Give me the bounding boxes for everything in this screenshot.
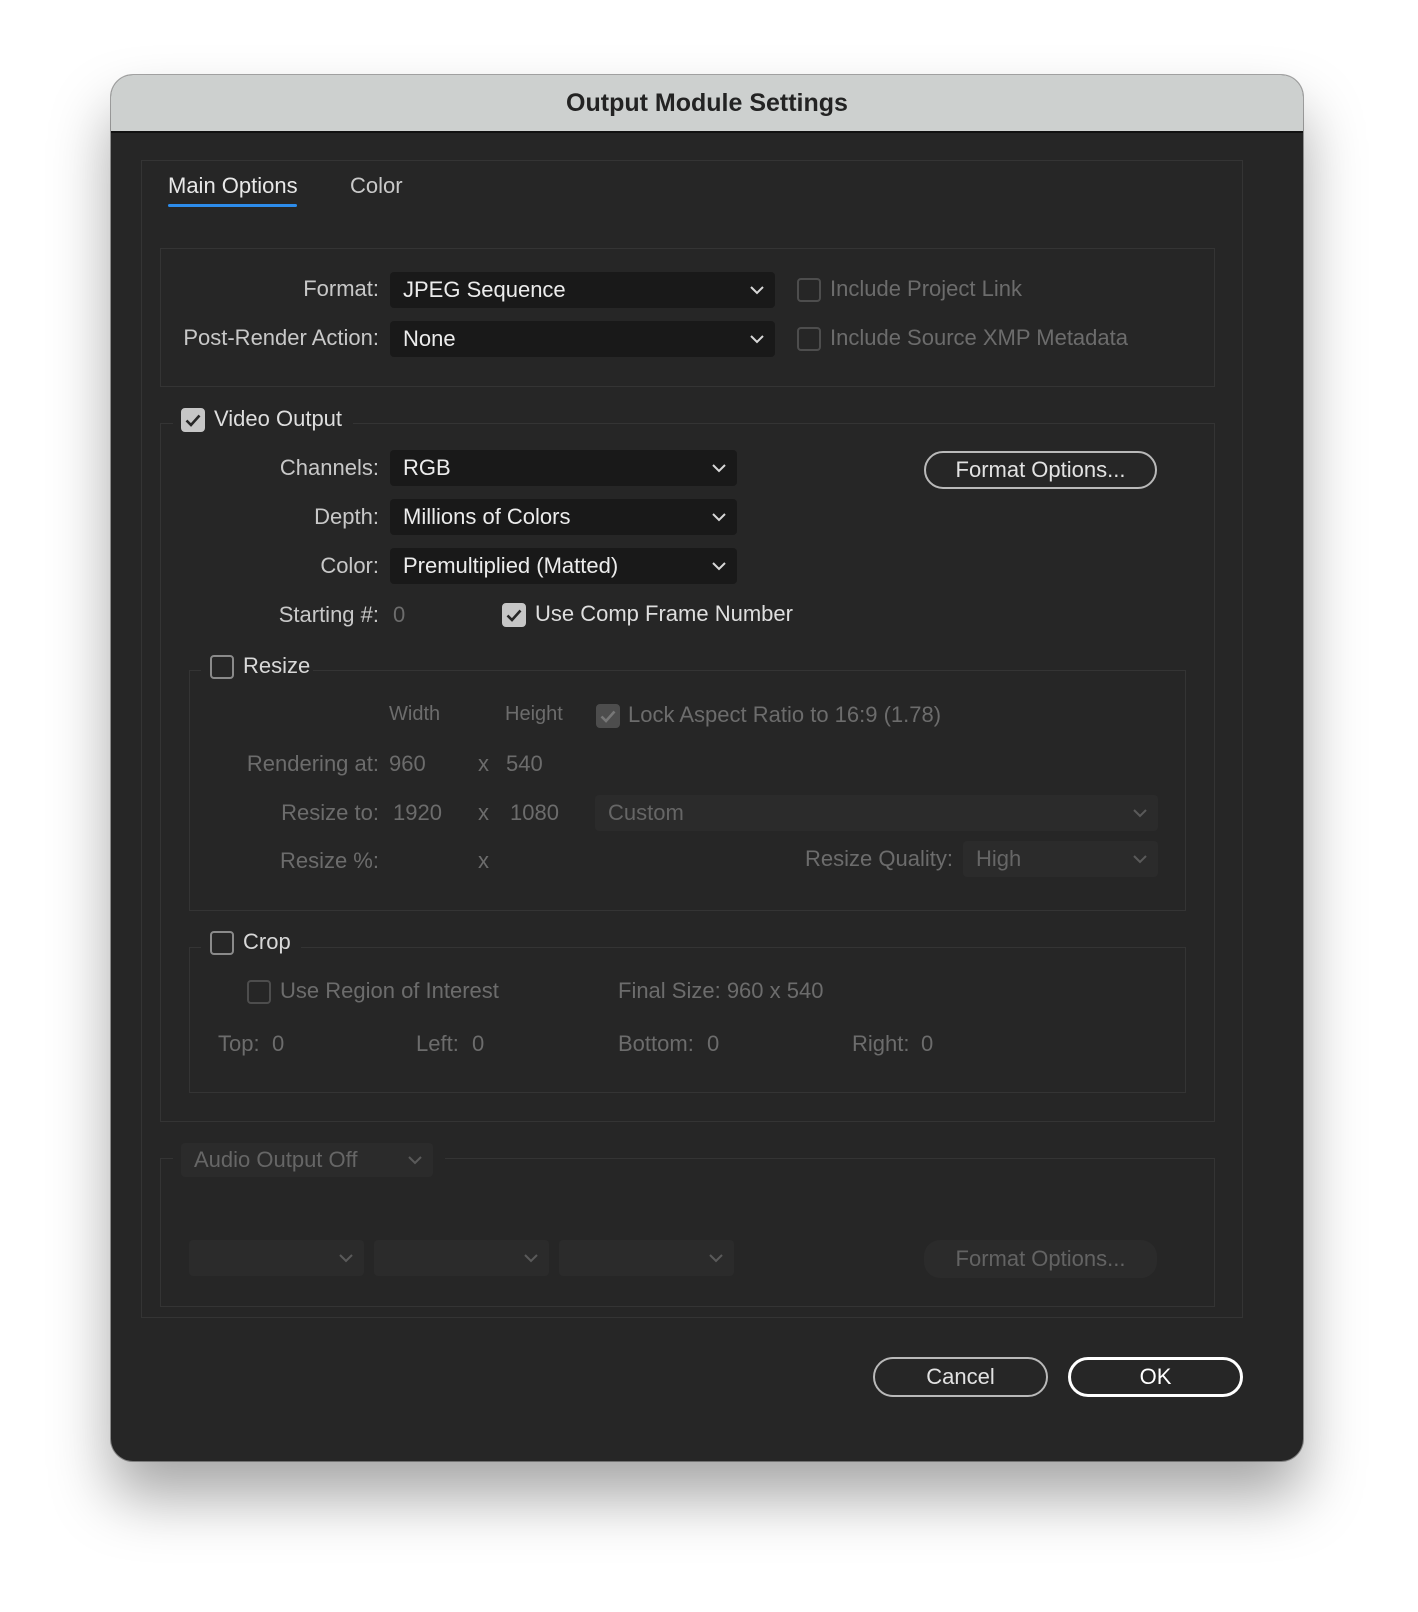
width-header: Width xyxy=(389,703,441,725)
crop-label: Crop xyxy=(243,929,291,954)
audio-channels-select[interactable] xyxy=(559,1240,734,1276)
depth-value: Millions of Colors xyxy=(403,504,571,529)
ok-button[interactable]: OK xyxy=(1068,1357,1243,1397)
active-tab-indicator xyxy=(168,204,297,207)
resize-quality-label: Resize Quality: xyxy=(805,846,953,871)
color-label: Color: xyxy=(320,553,379,578)
cancel-button[interactable]: Cancel xyxy=(873,1357,1048,1397)
crop-bottom-label: Bottom: xyxy=(618,1031,694,1056)
channels-label: Channels: xyxy=(279,455,379,480)
checkmark-icon xyxy=(506,609,522,622)
video-output-checkbox[interactable] xyxy=(181,408,205,432)
resize-quality-select[interactable]: High xyxy=(963,841,1158,877)
include-xmp-label: Include Source XMP Metadata xyxy=(830,325,1128,350)
output-module-settings-dialog: Output Module Settings Main Options Colo… xyxy=(111,75,1303,1461)
chevron-down-icon xyxy=(739,334,775,344)
resize-percent-x: x xyxy=(478,848,489,873)
resize-quality-value: High xyxy=(976,846,1022,871)
checkmark-icon xyxy=(185,414,201,427)
resize-width-input[interactable]: 1920 xyxy=(393,800,442,826)
tab-main-options[interactable]: Main Options xyxy=(168,173,298,199)
checkmark-icon xyxy=(600,710,616,723)
color-select[interactable]: Premultiplied (Matted) xyxy=(390,548,737,584)
format-value: JPEG Sequence xyxy=(403,277,566,302)
final-size-label: Final Size: 960 x 540 xyxy=(618,978,824,1003)
channels-value: RGB xyxy=(403,455,451,480)
general-group xyxy=(160,248,1215,387)
crop-top-value[interactable]: 0 xyxy=(272,1031,284,1057)
include-project-link-checkbox[interactable] xyxy=(797,278,821,302)
chevron-down-icon xyxy=(739,285,775,295)
crop-checkbox[interactable] xyxy=(210,931,234,955)
chevron-down-icon xyxy=(701,463,737,473)
rendering-height: 540 xyxy=(506,751,543,776)
post-render-select[interactable]: None xyxy=(390,321,775,357)
post-render-label: Post-Render Action: xyxy=(183,325,379,350)
chevron-down-icon xyxy=(1122,808,1158,818)
chevron-down-icon xyxy=(328,1253,364,1263)
post-render-value: None xyxy=(403,326,456,351)
include-xmp-checkbox[interactable] xyxy=(797,327,821,351)
lock-aspect-label: Lock Aspect Ratio to 16:9 (1.78) xyxy=(628,702,942,727)
rendering-x: x xyxy=(478,751,489,776)
include-project-link-label: Include Project Link xyxy=(830,276,1022,301)
depth-select[interactable]: Millions of Colors xyxy=(390,499,737,535)
chevron-down-icon xyxy=(701,561,737,571)
audio-output-value: Audio Output Off xyxy=(194,1147,358,1172)
rendering-width: 960 xyxy=(389,751,426,776)
chevron-down-icon xyxy=(1122,854,1158,864)
color-value: Premultiplied (Matted) xyxy=(403,553,619,578)
crop-left-value[interactable]: 0 xyxy=(472,1031,484,1057)
starting-number-value[interactable]: 0 xyxy=(393,602,405,628)
resize-preset-value: Custom xyxy=(608,800,684,825)
chevron-down-icon xyxy=(513,1253,549,1263)
crop-right-value[interactable]: 0 xyxy=(921,1031,933,1057)
resize-label: Resize xyxy=(243,653,311,678)
use-comp-frame-checkbox[interactable] xyxy=(502,603,526,627)
crop-left-label: Left: xyxy=(416,1031,459,1056)
audio-output-group xyxy=(160,1158,1215,1307)
video-output-label: Video Output xyxy=(214,406,343,431)
resize-to-x: x xyxy=(478,800,489,825)
audio-format-options-button[interactable]: Format Options... xyxy=(924,1240,1157,1278)
title-bar: Output Module Settings xyxy=(111,75,1303,133)
chevron-down-icon xyxy=(701,512,737,522)
format-select[interactable]: JPEG Sequence xyxy=(390,272,775,308)
lock-aspect-checkbox[interactable] xyxy=(596,704,620,728)
resize-height-input[interactable]: 1080 xyxy=(510,800,559,826)
channels-select[interactable]: RGB xyxy=(390,450,737,486)
chevron-down-icon xyxy=(397,1155,433,1165)
height-header: Height xyxy=(505,703,563,725)
use-comp-frame-label: Use Comp Frame Number xyxy=(535,601,793,626)
chevron-down-icon xyxy=(698,1253,734,1263)
audio-bit-depth-select[interactable] xyxy=(374,1240,549,1276)
crop-group xyxy=(189,947,1186,1093)
rendering-at-label: Rendering at: xyxy=(246,751,379,776)
video-format-options-button[interactable]: Format Options... xyxy=(924,451,1157,489)
crop-bottom-value[interactable]: 0 xyxy=(707,1031,719,1057)
resize-percent-label: Resize %: xyxy=(279,848,379,873)
format-label: Format: xyxy=(303,276,379,301)
tab-color[interactable]: Color xyxy=(350,173,403,199)
resize-preset-select[interactable]: Custom xyxy=(595,795,1158,831)
starting-number-label: Starting #: xyxy=(278,602,379,627)
crop-right-label: Right: xyxy=(852,1031,910,1056)
dialog-title: Output Module Settings xyxy=(566,88,848,117)
resize-to-label: Resize to: xyxy=(281,800,379,825)
crop-top-label: Top: xyxy=(218,1031,260,1056)
resize-checkbox[interactable] xyxy=(210,655,234,679)
audio-output-select[interactable]: Audio Output Off xyxy=(181,1143,433,1177)
audio-sample-rate-select[interactable] xyxy=(189,1240,364,1276)
depth-label: Depth: xyxy=(314,504,379,529)
use-roi-label: Use Region of Interest xyxy=(280,978,499,1003)
use-roi-checkbox[interactable] xyxy=(247,980,271,1004)
